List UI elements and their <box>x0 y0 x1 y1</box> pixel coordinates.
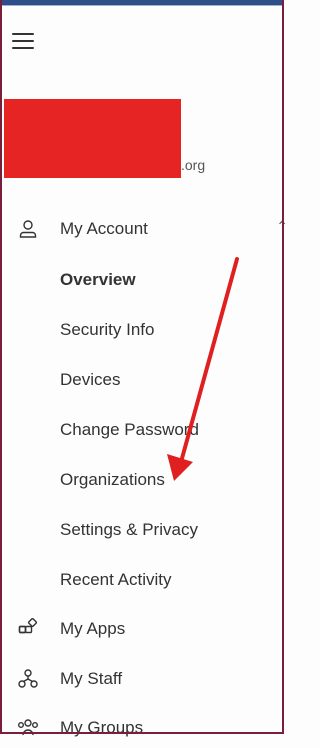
nav-security-info[interactable]: Security Info <box>0 310 284 350</box>
groups-icon <box>16 716 40 740</box>
nav-my-apps-label: My Apps <box>60 619 126 638</box>
account-domain-suffix: .org <box>181 157 206 173</box>
hamburger-menu-icon[interactable] <box>12 29 38 53</box>
nav-recent-activity-label: Recent Activity <box>60 570 172 589</box>
nav-overview-label: Overview <box>60 270 136 289</box>
nav-my-staff[interactable]: My Staff <box>0 659 284 699</box>
redacted-account-name <box>4 99 181 178</box>
nav-my-staff-label: My Staff <box>60 669 123 688</box>
nav-my-groups[interactable]: My Groups <box>0 708 284 748</box>
chevron-up-icon[interactable]: ⌃ <box>276 218 288 235</box>
nav-organizations[interactable]: Organizations <box>0 460 284 500</box>
nav-change-password-label: Change Password <box>60 420 199 439</box>
nav-my-account-label: My Account <box>60 219 148 238</box>
nav-settings-privacy-label: Settings & Privacy <box>60 520 198 539</box>
person-icon <box>16 217 40 241</box>
staff-icon <box>16 667 40 691</box>
nav-change-password[interactable]: Change Password <box>0 410 284 450</box>
nav-my-account[interactable]: My Account ⌃ <box>0 209 288 249</box>
nav-security-info-label: Security Info <box>60 320 155 339</box>
nav-settings-privacy[interactable]: Settings & Privacy <box>0 510 284 550</box>
nav-organizations-label: Organizations <box>60 470 165 489</box>
nav-recent-activity[interactable]: Recent Activity <box>0 560 284 600</box>
nav-my-groups-label: My Groups <box>60 718 144 737</box>
nav-devices-label: Devices <box>60 370 121 389</box>
apps-icon <box>16 617 40 641</box>
nav-my-apps[interactable]: My Apps <box>0 609 284 649</box>
nav-devices[interactable]: Devices <box>0 360 284 400</box>
top-accent-bar <box>0 0 284 6</box>
nav-overview[interactable]: Overview <box>0 260 284 300</box>
